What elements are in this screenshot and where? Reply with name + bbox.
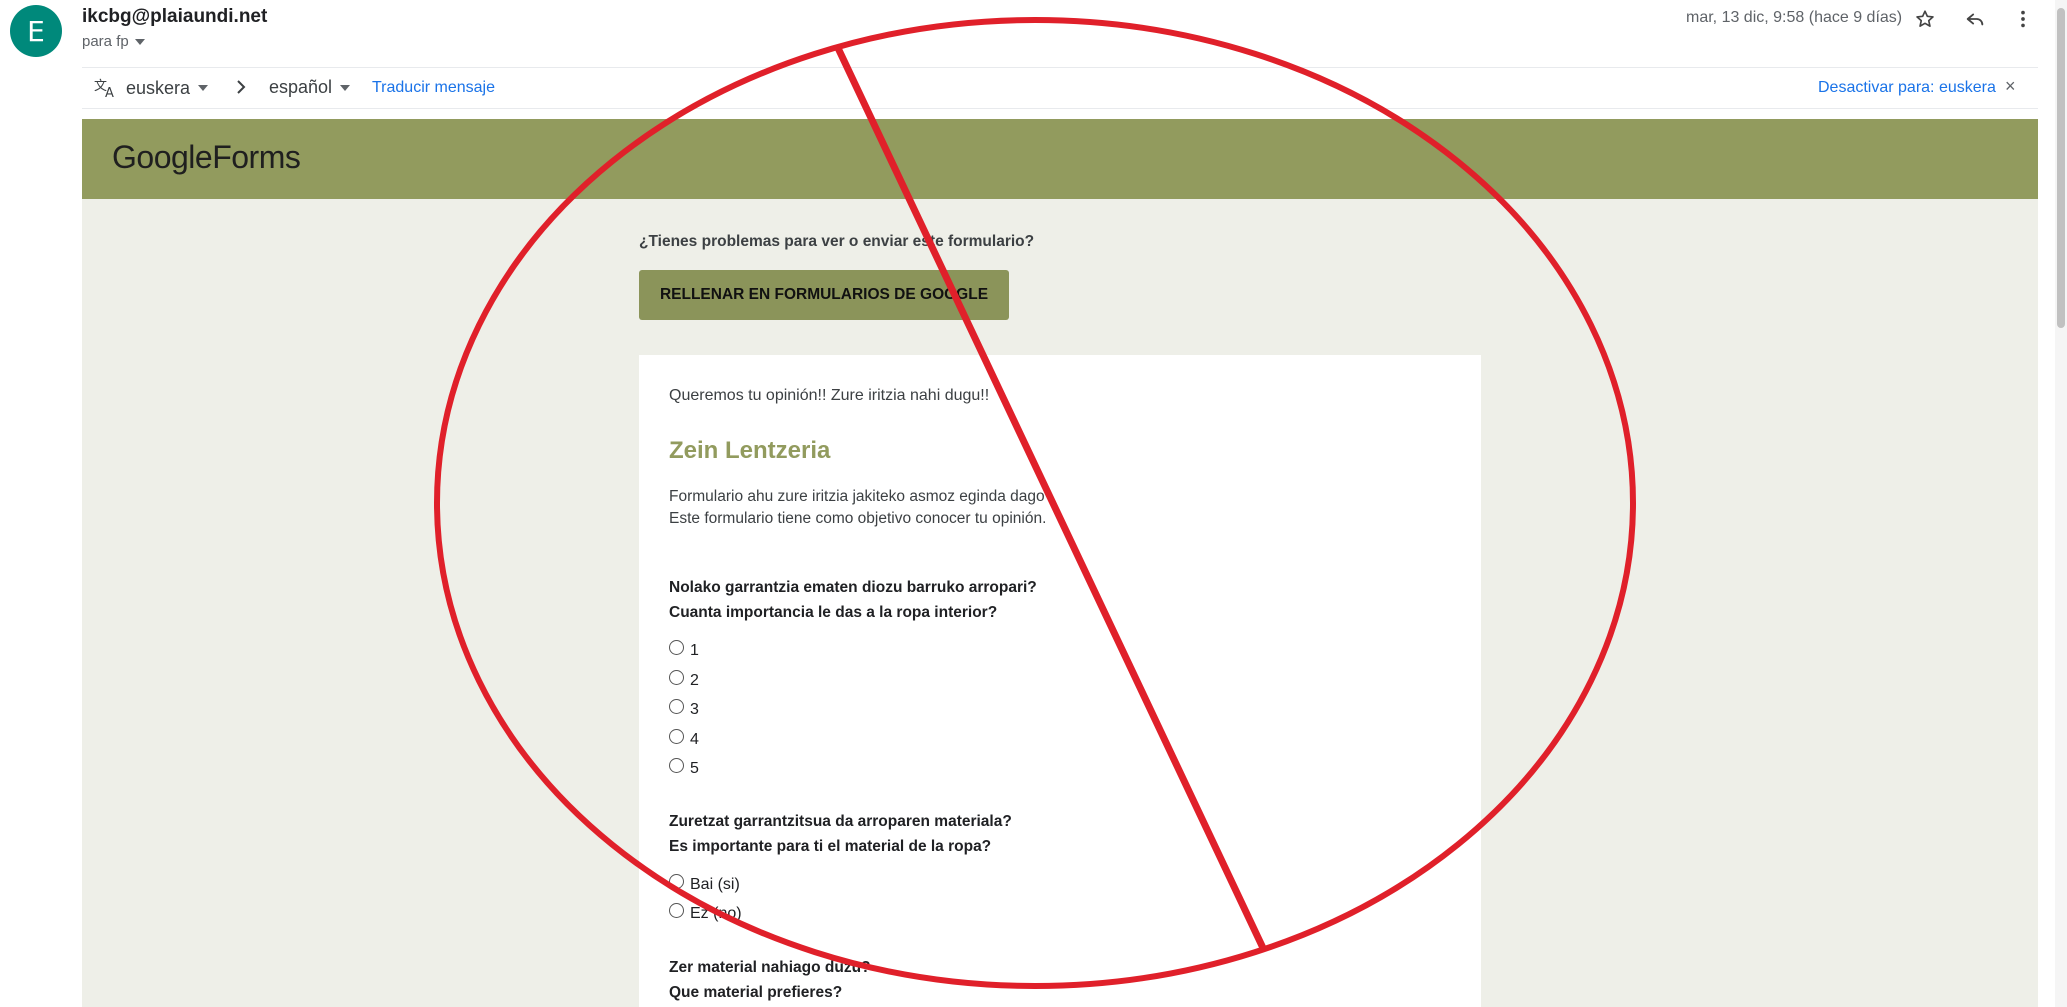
radio-option[interactable]: Bai (si) <box>669 873 740 894</box>
form-card: Queremos tu opinión!! Zure iritzia nahi … <box>639 355 1481 1007</box>
question-text: Nolako garrantzia ematen diozu barruko a… <box>669 579 1037 596</box>
radio-button[interactable] <box>669 902 684 918</box>
description-line: Formulario ahu zure iritzia jakiteko asm… <box>669 488 1054 505</box>
option-label: 3 <box>690 701 699 718</box>
radio-option[interactable]: 2 <box>669 669 699 690</box>
radio-button[interactable] <box>669 873 684 889</box>
form-title: Zein Lentzeria <box>669 437 831 464</box>
radio-button[interactable] <box>669 669 684 685</box>
translate-bar: 文 A euskera español Traducir mensaje Des… <box>82 67 2038 109</box>
option-label: Ez (no) <box>690 905 742 922</box>
svg-text:A: A <box>105 86 114 99</box>
disable-translation-link[interactable]: Desactivar para: euskera <box>1818 79 1996 97</box>
question-material-preference: Zer material nahiago duzu? Que material … <box>669 955 871 1005</box>
question-text: Cuanta importancia le das a la ropa inte… <box>669 604 998 621</box>
recipients-toggle[interactable]: para fp <box>82 33 145 50</box>
question-material-importance: Zuretzat garrantzitsua da arroparen mate… <box>669 809 1012 859</box>
forms-header: GoogleForms <box>82 119 2038 199</box>
description-line: Este formulario tiene como objetivo cono… <box>669 510 1047 527</box>
chevron-down-icon <box>198 85 209 91</box>
sender-avatar: E <box>10 5 62 57</box>
target-language-label: español <box>269 77 333 97</box>
chevron-right-icon <box>234 77 248 97</box>
fill-in-google-forms-button[interactable]: RELLENAR EN FORMULARIOS DE GOOGLE <box>639 270 1009 320</box>
target-language-select[interactable]: español <box>269 77 351 98</box>
problems-text: ¿Tienes problemas para ver o enviar este… <box>639 233 1035 250</box>
radio-option[interactable]: 5 <box>669 757 699 778</box>
sender-address: ikcbg@plaiaundi.net <box>82 6 268 27</box>
option-label: Bai (si) <box>690 876 740 893</box>
logo-google-text: Google <box>112 139 213 175</box>
email-date: mar, 13 dic, 9:58 (hace 9 días) <box>1686 9 1903 26</box>
chevron-down-icon <box>134 38 145 45</box>
source-language-select[interactable]: 文 A euskera <box>94 77 209 99</box>
radio-option[interactable]: 4 <box>669 728 699 749</box>
radio-option[interactable]: 1 <box>669 639 699 660</box>
logo-forms-text: Forms <box>212 139 301 175</box>
radio-option[interactable]: Ez (no) <box>669 902 742 923</box>
chevron-down-icon <box>340 84 351 91</box>
google-forms-logo: GoogleForms <box>112 139 301 176</box>
question-importance: Nolako garrantzia ematen diozu barruko a… <box>669 575 1037 625</box>
reply-icon[interactable] <box>1962 6 1988 32</box>
source-language-label: euskera <box>126 77 191 98</box>
radio-button[interactable] <box>669 698 684 714</box>
close-icon[interactable]: × <box>2005 76 2016 97</box>
translate-icon: 文 A <box>94 79 114 99</box>
option-label: 2 <box>690 672 699 689</box>
more-options-icon[interactable] <box>2010 6 2036 32</box>
radio-button[interactable] <box>669 757 684 773</box>
option-label: 5 <box>690 760 699 777</box>
question-text: Zer material nahiago duzu? <box>669 959 871 976</box>
recipients-label: para fp <box>82 33 129 50</box>
form-description: Formulario ahu zure iritzia jakiteko asm… <box>669 486 1053 530</box>
radio-option[interactable]: 3 <box>669 698 699 719</box>
translate-message-link[interactable]: Traducir mensaje <box>372 79 495 97</box>
option-label: 4 <box>690 731 699 748</box>
question-text: Es importante para ti el material de la … <box>669 838 992 855</box>
radio-button[interactable] <box>669 728 684 744</box>
scrollbar-track[interactable] <box>2055 0 2067 1007</box>
question-text: Que material prefieres? <box>669 984 843 1001</box>
option-label: 1 <box>690 642 699 659</box>
question-text: Zuretzat garrantzitsua da arroparen mate… <box>669 813 1012 830</box>
star-icon[interactable] <box>1912 6 1938 32</box>
form-intro: Queremos tu opinión!! Zure iritzia nahi … <box>669 387 990 404</box>
scrollbar-thumb[interactable] <box>2057 8 2065 328</box>
radio-button[interactable] <box>669 639 684 655</box>
